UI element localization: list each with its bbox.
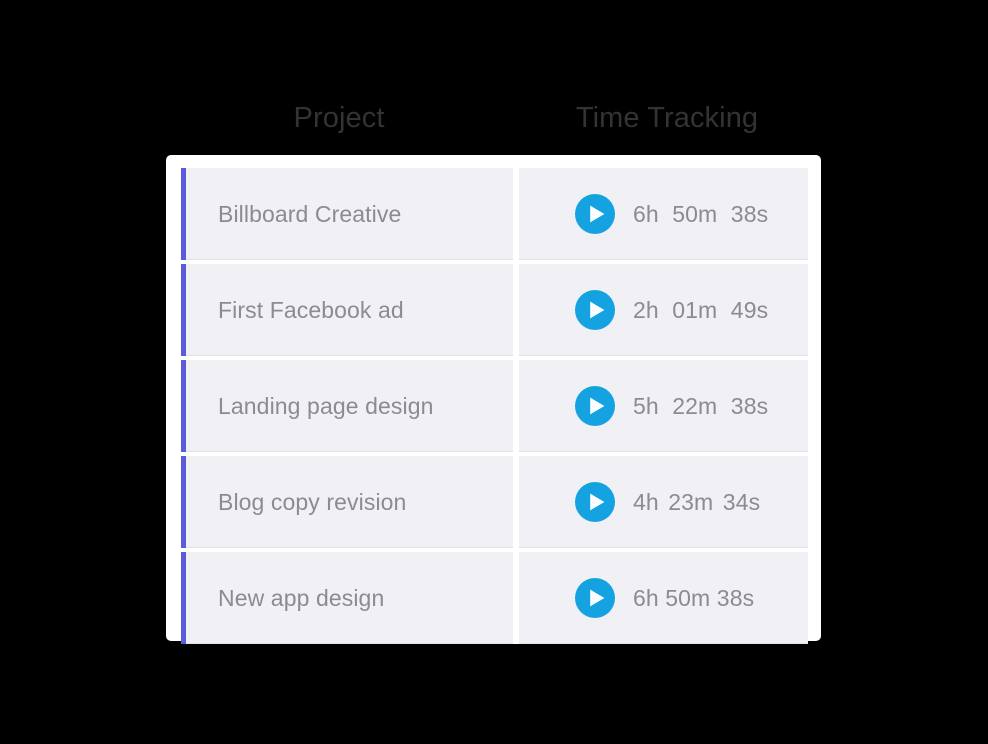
cell-time-tracking: 2h 01m 49s [519,264,808,356]
table-row: Blog copy revision 4h 23m 34s [181,456,808,548]
project-name: Landing page design [218,392,434,419]
cell-time-tracking: 4h 23m 34s [519,456,808,548]
page-background: Project Time Tracking Billboard Creative… [0,0,988,744]
table-row: First Facebook ad 2h 01m 49s [181,264,808,356]
cell-project: Blog copy revision [186,456,513,548]
cell-time-tracking: 5h 22m 38s [519,360,808,452]
play-icon[interactable] [575,578,615,618]
time-value: 6h 50m 38s [633,200,769,227]
project-name: Blog copy revision [218,488,407,515]
project-name: New app design [218,584,385,611]
time-tracking-card: Billboard Creative 6h 50m 38s First Facebo… [166,155,821,644]
table-row: New app design 6h 50m 38s [181,552,808,644]
table-row: Landing page design 5h 22m 38s [181,360,808,452]
table-row: Billboard Creative 6h 50m 38s [181,168,808,260]
column-headers: Project Time Tracking [166,96,821,144]
cell-time-tracking: 6h 50m 38s [519,168,808,260]
play-icon[interactable] [575,194,615,234]
column-header-project: Project [293,102,385,134]
project-name: First Facebook ad [218,296,404,323]
time-value: 2h 01m 49s [633,296,769,323]
play-icon[interactable] [575,386,615,426]
project-table: Billboard Creative 6h 50m 38s First Facebo… [181,168,808,644]
cell-time-tracking: 6h 50m 38s [519,552,808,644]
cell-project: Landing page design [186,360,513,452]
column-header-time-tracking: Time Tracking [575,102,759,134]
cell-project: Billboard Creative [186,168,513,260]
play-icon[interactable] [575,482,615,522]
cell-project: New app design [186,552,513,644]
time-value: 4h 23m 34s [633,488,761,515]
time-value: 5h 22m 38s [633,392,769,419]
project-name: Billboard Creative [218,200,402,227]
time-value: 6h 50m 38s [633,584,755,611]
cell-project: First Facebook ad [186,264,513,356]
play-icon[interactable] [575,290,615,330]
